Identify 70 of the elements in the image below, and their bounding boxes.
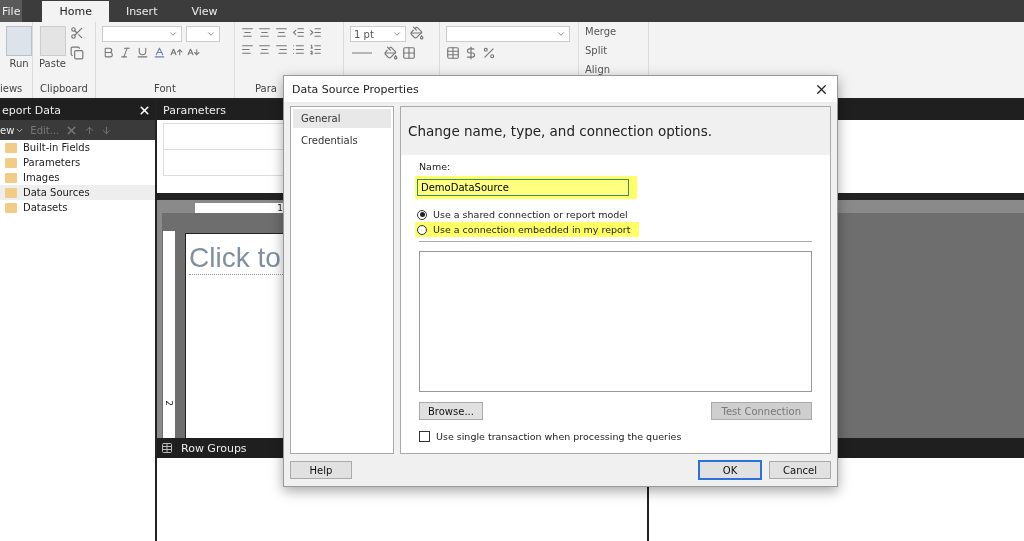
tree-item[interactable]: Images [0, 170, 155, 185]
cancel-button[interactable]: Cancel [769, 461, 831, 479]
line-color-icon[interactable] [384, 46, 398, 60]
vertical-ruler: 2 [163, 231, 175, 438]
tree-item[interactable]: Datasets [0, 200, 155, 215]
currency-icon[interactable] [464, 46, 478, 60]
menu-tab[interactable]: File [0, 0, 23, 22]
panel-title: Parameters [162, 103, 226, 117]
layout-button[interactable]: Split [585, 45, 642, 56]
align-bottom-icon[interactable] [275, 26, 288, 39]
menu-tab[interactable]: Home [42, 1, 109, 22]
percent-icon[interactable] [482, 46, 496, 60]
new-menu-button[interactable]: ew [0, 124, 15, 136]
ok-button[interactable]: OK [699, 461, 761, 479]
align-left-icon[interactable] [241, 43, 254, 56]
radio-button[interactable] [417, 209, 427, 220]
grid-icon [161, 442, 173, 454]
underline-icon[interactable] [136, 46, 149, 59]
align-right-icon[interactable] [275, 43, 288, 56]
caret-icon[interactable] [392, 29, 402, 39]
caret-icon[interactable] [556, 29, 566, 39]
number-format-icon[interactable] [446, 46, 460, 60]
caret-icon[interactable] [168, 29, 178, 39]
field-label: Name: [419, 161, 452, 172]
radio-label[interactable]: Use a connection embedded in my report [433, 224, 631, 235]
bold-icon[interactable] [102, 46, 115, 59]
move-up-icon[interactable] [84, 124, 96, 136]
italic-icon[interactable] [119, 46, 132, 59]
close-icon[interactable] [138, 103, 151, 117]
cut-icon[interactable] [70, 26, 84, 40]
radio-button[interactable] [417, 224, 427, 235]
radio-label[interactable]: Use a shared connection or report model [433, 209, 628, 220]
dialog-title: Data Source Properties [292, 82, 419, 96]
bullet-list-icon[interactable] [292, 43, 305, 56]
indent-decrease-icon[interactable] [292, 26, 305, 39]
menu-tab[interactable]: View [174, 0, 235, 22]
nav-item[interactable]: Credentials [293, 131, 391, 150]
help-button[interactable]: Help [290, 461, 352, 479]
name-field[interactable]: DemoDataSource [417, 179, 629, 196]
menu-tab[interactable]: Insert [108, 0, 175, 22]
indent-increase-icon[interactable] [309, 26, 322, 39]
font-color-icon[interactable] [153, 46, 166, 59]
group-label: iews [0, 83, 23, 94]
paste-button[interactable]: Paste [39, 58, 66, 69]
borders-icon[interactable] [402, 46, 416, 60]
group-label: Font [154, 83, 176, 94]
panel-title: eport Data [1, 103, 62, 117]
browse-button[interactable]: Browse... [419, 402, 483, 420]
fill-color-icon[interactable] [410, 26, 424, 42]
group-label: Clipboard [40, 83, 88, 94]
panel-heading: Change name, type, and connection options. [401, 107, 830, 155]
run-button[interactable]: Run [9, 58, 29, 69]
align-center-icon[interactable] [258, 43, 271, 56]
checkbox[interactable] [419, 431, 430, 442]
group-label: Para [255, 83, 277, 94]
nav-item[interactable]: General [293, 109, 391, 128]
border-size-combo[interactable]: 1 pt [350, 26, 406, 42]
panel-title: Row Groups [181, 441, 247, 455]
layout-button[interactable]: Align [585, 64, 642, 75]
align-top-icon[interactable] [241, 26, 254, 39]
move-down-icon[interactable] [101, 124, 113, 136]
layout-button[interactable]: Merge [585, 26, 642, 37]
tree-item[interactable]: Data Sources [0, 185, 155, 200]
numbered-list-icon[interactable] [309, 43, 322, 56]
tree-item[interactable]: Parameters [0, 155, 155, 170]
align-middle-icon[interactable] [258, 26, 271, 39]
checkbox-label[interactable]: Use single transaction when processing the queries [436, 431, 682, 442]
caret-icon[interactable] [206, 29, 216, 39]
tree-item[interactable]: Built-in Fields [0, 140, 155, 155]
copy-icon[interactable] [70, 46, 84, 60]
